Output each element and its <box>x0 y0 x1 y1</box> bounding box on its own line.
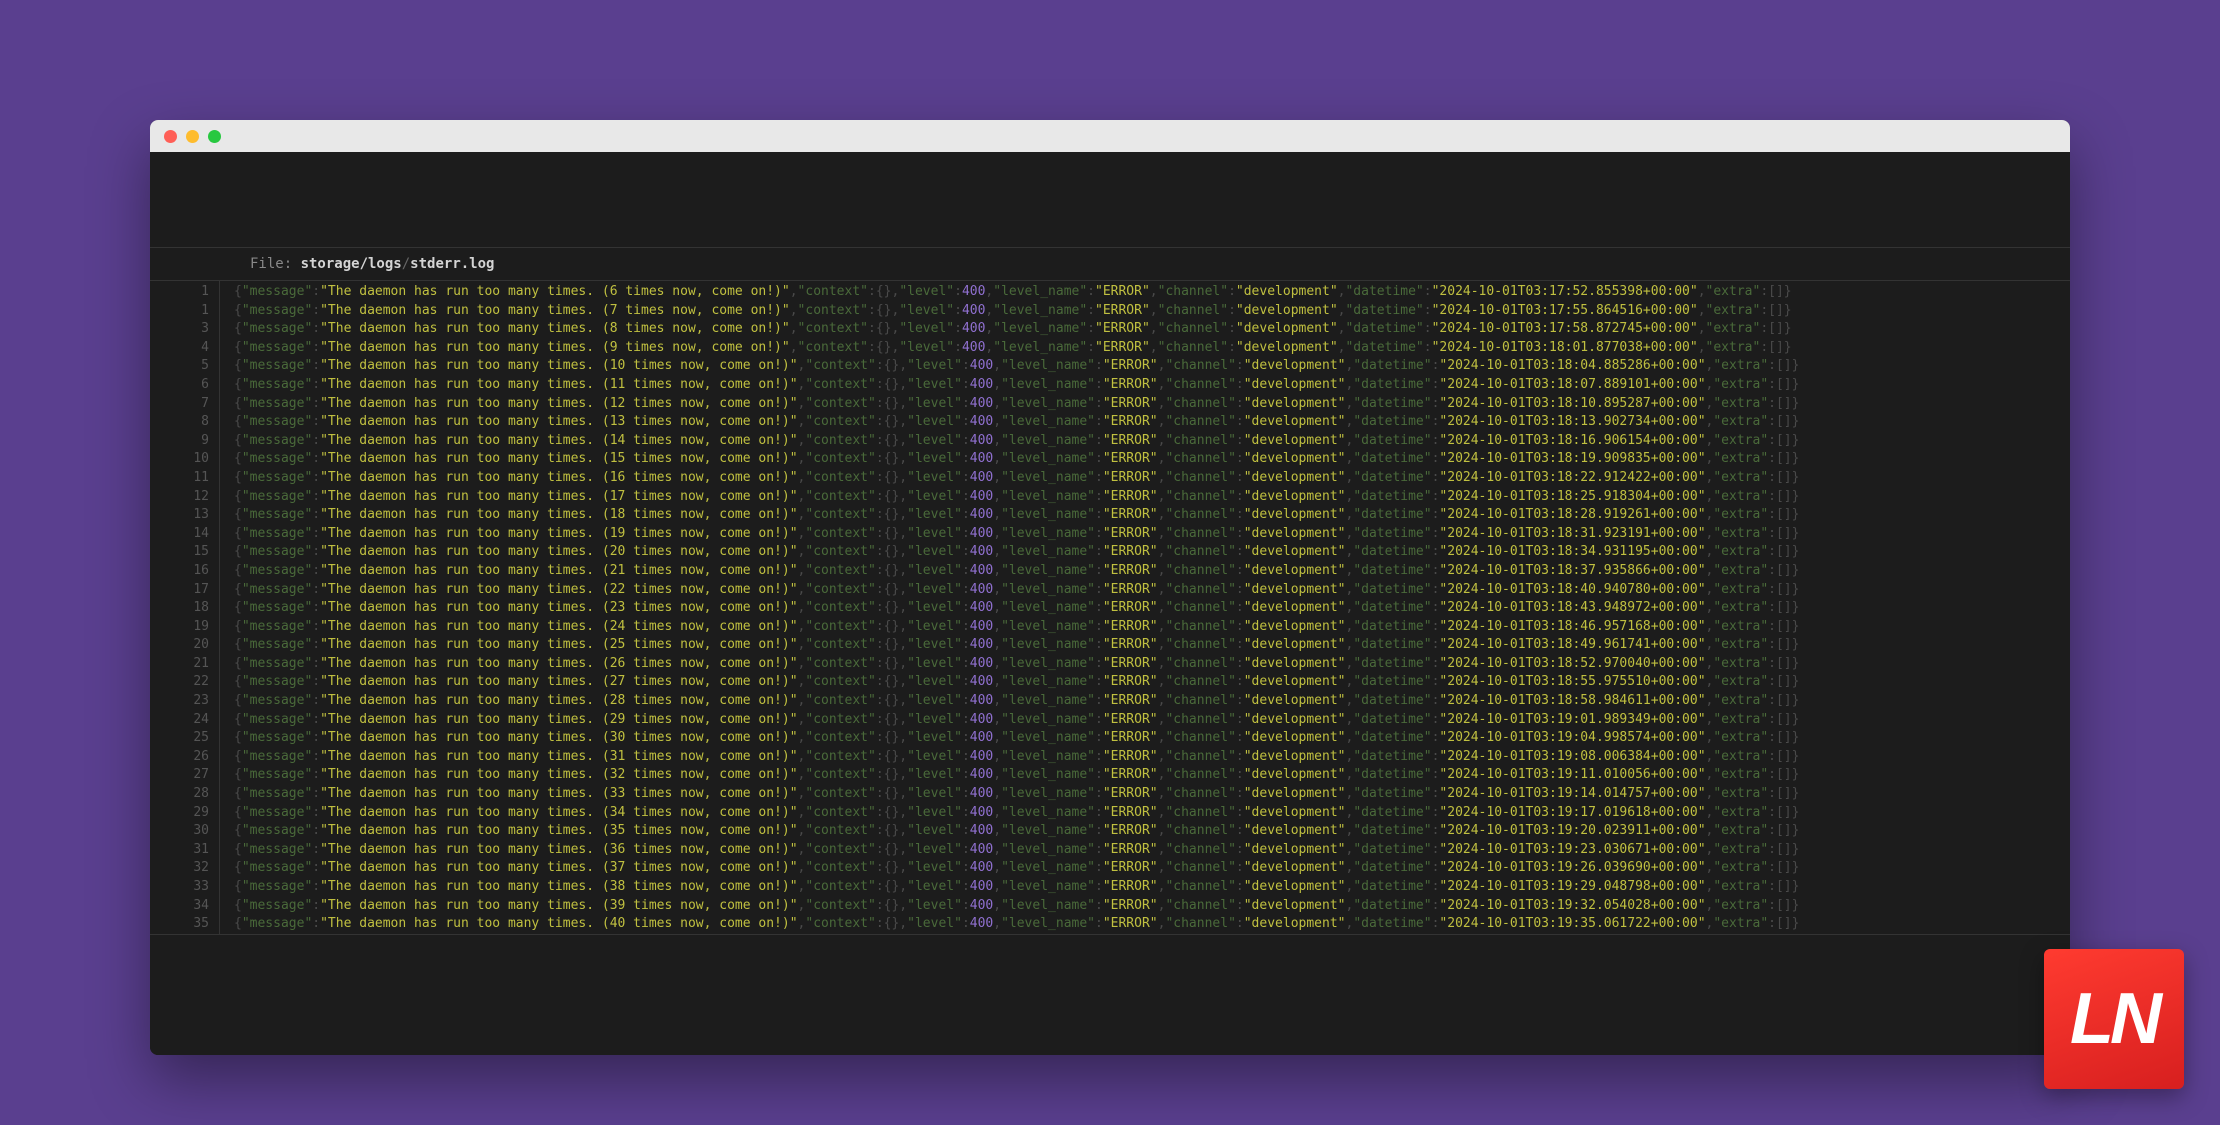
line-number: 24 <box>150 711 209 730</box>
log-line: {"message":"The daemon has run too many … <box>234 766 2070 785</box>
log-line: {"message":"The daemon has run too many … <box>234 376 2070 395</box>
log-line: {"message":"The daemon has run too many … <box>234 469 2070 488</box>
log-line: {"message":"The daemon has run too many … <box>234 785 2070 804</box>
line-number: 33 <box>150 878 209 897</box>
log-line: {"message":"The daemon has run too many … <box>234 804 2070 823</box>
log-line: {"message":"The daemon has run too many … <box>234 562 2070 581</box>
line-number: 12 <box>150 488 209 507</box>
log-line: {"message":"The daemon has run too many … <box>234 302 2070 321</box>
file-header: File: storage/logs/stderr.log <box>150 247 2070 281</box>
line-number: 3 <box>150 320 209 339</box>
terminal-body: File: storage/logs/stderr.log 1134567891… <box>150 152 2070 1055</box>
line-number: 32 <box>150 859 209 878</box>
line-number: 26 <box>150 748 209 767</box>
line-number: 14 <box>150 525 209 544</box>
file-path-separator: / <box>402 256 410 272</box>
line-number: 8 <box>150 413 209 432</box>
window-titlebar <box>150 120 2070 152</box>
log-line: {"message":"The daemon has run too many … <box>234 525 2070 544</box>
line-number: 34 <box>150 897 209 916</box>
line-number: 25 <box>150 729 209 748</box>
log-line: {"message":"The daemon has run too many … <box>234 841 2070 860</box>
log-line: {"message":"The daemon has run too many … <box>234 748 2070 767</box>
line-number: 11 <box>150 469 209 488</box>
log-line: {"message":"The daemon has run too many … <box>234 618 2070 637</box>
log-line: {"message":"The daemon has run too many … <box>234 506 2070 525</box>
log-line: {"message":"The daemon has run too many … <box>234 413 2070 432</box>
log-line: {"message":"The daemon has run too many … <box>234 655 2070 674</box>
log-line: {"message":"The daemon has run too many … <box>234 599 2070 618</box>
log-line: {"message":"The daemon has run too many … <box>234 488 2070 507</box>
log-line: {"message":"The daemon has run too many … <box>234 320 2070 339</box>
line-number: 29 <box>150 804 209 823</box>
line-number: 15 <box>150 543 209 562</box>
log-line: {"message":"The daemon has run too many … <box>234 395 2070 414</box>
line-number: 20 <box>150 636 209 655</box>
log-line: {"message":"The daemon has run too many … <box>234 673 2070 692</box>
line-number: 6 <box>150 376 209 395</box>
line-number: 10 <box>150 450 209 469</box>
log-line: {"message":"The daemon has run too many … <box>234 636 2070 655</box>
line-number: 7 <box>150 395 209 414</box>
log-line: {"message":"The daemon has run too many … <box>234 357 2070 376</box>
minimize-icon[interactable] <box>186 130 199 143</box>
line-number: 21 <box>150 655 209 674</box>
line-number: 16 <box>150 562 209 581</box>
log-line: {"message":"The daemon has run too many … <box>234 581 2070 600</box>
log-line: {"message":"The daemon has run too many … <box>234 822 2070 841</box>
line-number: 30 <box>150 822 209 841</box>
log-line: {"message":"The daemon has run too many … <box>234 859 2070 878</box>
log-line: {"message":"The daemon has run too many … <box>234 432 2070 451</box>
line-number: 27 <box>150 766 209 785</box>
line-number: 17 <box>150 581 209 600</box>
file-path-name: stderr.log <box>410 256 494 272</box>
brand-logo-badge: LN <box>2044 949 2184 1089</box>
line-number: 19 <box>150 618 209 637</box>
log-line: {"message":"The daemon has run too many … <box>234 711 2070 730</box>
line-number: 1 <box>150 283 209 302</box>
line-number: 22 <box>150 673 209 692</box>
log-line: {"message":"The daemon has run too many … <box>234 692 2070 711</box>
brand-logo-text: LN <box>2070 978 2158 1060</box>
line-number: 31 <box>150 841 209 860</box>
line-number: 28 <box>150 785 209 804</box>
line-number: 23 <box>150 692 209 711</box>
file-path-dir: storage/logs <box>301 256 402 272</box>
log-lines[interactable]: {"message":"The daemon has run too many … <box>220 281 2070 934</box>
line-number: 35 <box>150 915 209 934</box>
log-line: {"message":"The daemon has run too many … <box>234 339 2070 358</box>
line-number: 1 <box>150 302 209 321</box>
log-line: {"message":"The daemon has run too many … <box>234 897 2070 916</box>
line-number: 4 <box>150 339 209 358</box>
line-number: 9 <box>150 432 209 451</box>
log-line: {"message":"The daemon has run too many … <box>234 283 2070 302</box>
line-number: 18 <box>150 599 209 618</box>
terminal-window: File: storage/logs/stderr.log 1134567891… <box>150 120 2070 1055</box>
log-line: {"message":"The daemon has run too many … <box>234 915 2070 934</box>
line-number-gutter: 1134567891011121314151617181920212223242… <box>150 281 220 934</box>
maximize-icon[interactable] <box>208 130 221 143</box>
log-line: {"message":"The daemon has run too many … <box>234 450 2070 469</box>
log-line: {"message":"The daemon has run too many … <box>234 878 2070 897</box>
log-line: {"message":"The daemon has run too many … <box>234 543 2070 562</box>
close-icon[interactable] <box>164 130 177 143</box>
line-number: 5 <box>150 357 209 376</box>
log-body: 1134567891011121314151617181920212223242… <box>150 281 2070 935</box>
line-number: 13 <box>150 506 209 525</box>
log-line: {"message":"The daemon has run too many … <box>234 729 2070 748</box>
file-label: File: <box>250 256 301 272</box>
